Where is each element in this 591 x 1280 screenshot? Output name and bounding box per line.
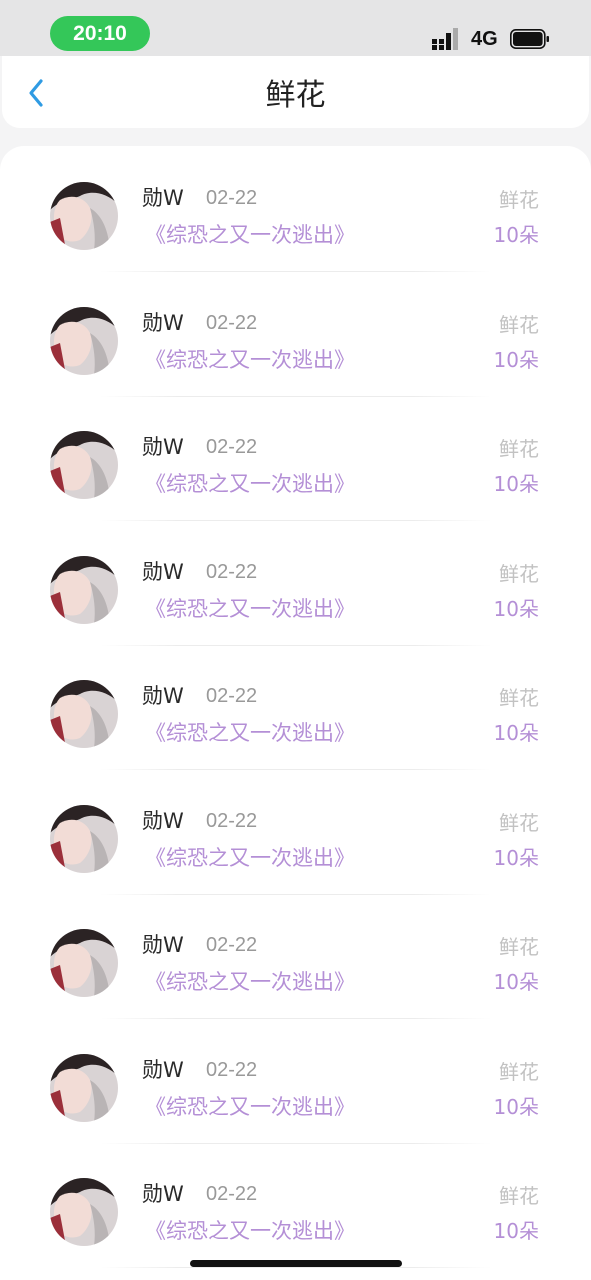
date-text: 02-22 — [206, 560, 258, 583]
avatar[interactable] — [50, 929, 118, 997]
gift-amount: 10朵 — [493, 1219, 539, 1243]
date-text: 02-22 — [206, 187, 258, 209]
date-text: 02-22 — [206, 934, 258, 956]
book-title-link[interactable]: 《综恐之又一次逃出》 — [145, 594, 355, 624]
home-indicator — [190, 1260, 402, 1267]
gift-type-label: 鲜花 — [499, 1184, 539, 1208]
gift-type-label: 鲜花 — [499, 935, 539, 959]
date-text: 02-22 — [206, 685, 258, 707]
book-title-link[interactable]: 《综恐之又一次逃出》 — [145, 469, 355, 499]
date-text: 02-22 — [206, 436, 258, 458]
gift-amount: 10朵 — [493, 347, 539, 372]
date-text: 02-22 — [206, 1058, 258, 1081]
user-name: 勋W — [142, 435, 184, 459]
user-name: 勋W — [142, 310, 184, 335]
avatar[interactable] — [50, 431, 118, 499]
user-name: 勋W — [142, 1057, 184, 1082]
list-item[interactable]: 勋W 02-22 《综恐之又一次逃出》 鲜花 10朵 — [0, 146, 591, 272]
avatar[interactable] — [50, 555, 118, 624]
gift-type-label: 鲜花 — [499, 686, 539, 710]
user-name: 勋W — [142, 808, 184, 833]
gift-type-label: 鲜花 — [499, 437, 539, 461]
gift-type-label: 鲜花 — [499, 312, 539, 337]
gift-amount: 10朵 — [493, 596, 539, 621]
battery-icon — [510, 29, 549, 49]
gift-type-label: 鲜花 — [499, 188, 539, 212]
avatar[interactable] — [50, 1178, 118, 1246]
gift-amount: 10朵 — [493, 223, 539, 247]
user-name: 勋W — [142, 186, 184, 210]
user-name: 勋W — [142, 684, 184, 708]
gift-type-label: 鲜花 — [499, 810, 539, 835]
book-title-link[interactable]: 《综恐之又一次逃出》 — [145, 1216, 355, 1246]
gift-amount: 10朵 — [493, 1094, 539, 1119]
list-item[interactable]: 勋W 02-22 《综恐之又一次逃出》 鲜花 10朵 — [0, 769, 591, 895]
nav-bar: 鲜花 — [2, 56, 589, 128]
network-type: 4G — [471, 28, 498, 50]
avatar[interactable] — [50, 680, 118, 748]
signal-icon — [432, 28, 458, 50]
book-title-link[interactable]: 《综恐之又一次逃出》 — [145, 345, 355, 375]
list-item[interactable]: 勋W 02-22 《综恐之又一次逃出》 鲜花 10朵 — [0, 395, 591, 521]
gift-amount: 10朵 — [493, 845, 539, 870]
book-title-link[interactable]: 《综恐之又一次逃出》 — [145, 220, 355, 250]
avatar[interactable] — [50, 1053, 118, 1122]
date-text: 02-22 — [206, 809, 258, 832]
date-text: 02-22 — [206, 311, 258, 334]
gift-amount: 10朵 — [493, 721, 539, 745]
gift-type-label: 鲜花 — [499, 1059, 539, 1084]
date-text: 02-22 — [206, 1183, 258, 1205]
book-title-link[interactable]: 《综恐之又一次逃出》 — [145, 843, 355, 873]
user-name: 勋W — [142, 1182, 184, 1206]
gift-amount: 10朵 — [493, 970, 539, 994]
book-title-link[interactable]: 《综恐之又一次逃出》 — [145, 967, 355, 997]
gift-amount: 10朵 — [493, 472, 539, 496]
gift-type-label: 鲜花 — [499, 561, 539, 586]
list-item[interactable]: 勋W 02-22 《综恐之又一次逃出》 鲜花 10朵 — [0, 271, 591, 397]
list-item[interactable]: 勋W 02-22 《综恐之又一次逃出》 鲜花 10朵 — [0, 893, 591, 1019]
status-time: 20:10 — [50, 16, 150, 51]
list-item[interactable]: 勋W 02-22 《综恐之又一次逃出》 鲜花 10朵 — [0, 1018, 591, 1144]
user-name: 勋W — [142, 559, 184, 584]
page-title: 鲜花 — [265, 78, 326, 113]
book-title-link[interactable]: 《综恐之又一次逃出》 — [145, 1092, 355, 1122]
user-name: 勋W — [142, 933, 184, 957]
list-item[interactable]: 勋W 02-22 《综恐之又一次逃出》 鲜花 10朵 — [0, 520, 591, 646]
book-title-link[interactable]: 《综恐之又一次逃出》 — [145, 718, 355, 748]
list-item[interactable]: 勋W 02-22 《综恐之又一次逃出》 鲜花 10朵 — [0, 1142, 591, 1268]
avatar[interactable] — [50, 182, 118, 250]
row-divider — [100, 1267, 491, 1268]
status-bar: 20:10 4G — [0, 0, 591, 56]
avatar[interactable] — [50, 804, 118, 873]
record-list: 勋W 02-22 《综恐之又一次逃出》 鲜花 10朵 勋W 02-22 《综恐之… — [0, 146, 591, 1280]
list-item[interactable]: 勋W 02-22 《综恐之又一次逃出》 鲜花 10朵 — [0, 644, 591, 770]
avatar[interactable] — [50, 306, 118, 375]
